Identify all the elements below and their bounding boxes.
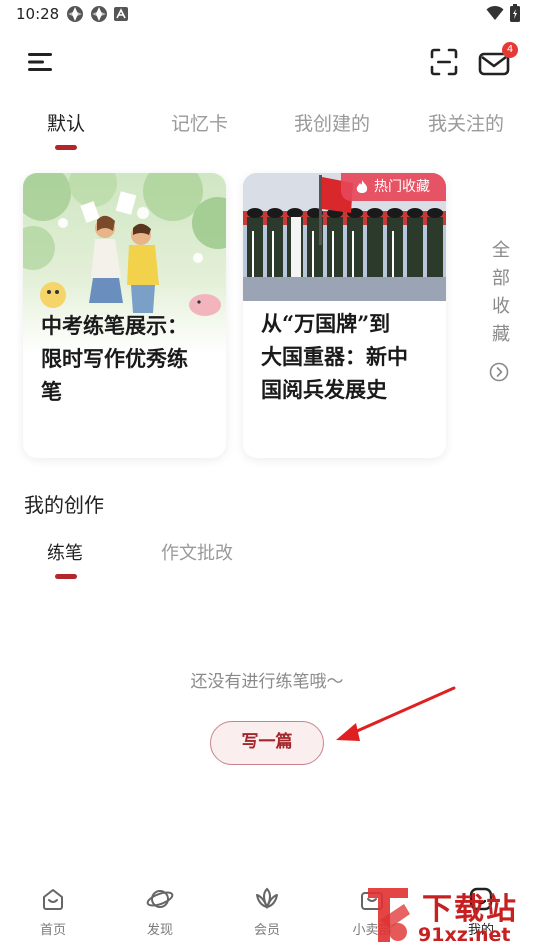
planet-icon <box>146 890 174 908</box>
hot-tag-label: 热门收藏 <box>374 179 430 195</box>
tab-following[interactable]: 我关注的 <box>428 109 504 136</box>
scan-icon <box>430 48 458 76</box>
hot-favorite-tag: 热门收藏 <box>341 173 446 201</box>
site-watermark: 下载站 91xz.net <box>360 880 534 950</box>
card-title-line: 限时写作优秀练 <box>41 346 188 371</box>
nav-discover[interactable]: 发现 <box>130 885 190 938</box>
all-favorites-label: 全部收藏 <box>489 240 510 352</box>
card-title-line: 笔 <box>41 379 62 404</box>
unread-badge: 4 <box>502 42 518 58</box>
collection-card[interactable]: 中考练笔展示： 限时写作优秀练 笔 <box>23 173 226 458</box>
tab-default[interactable]: 默认 <box>47 109 85 136</box>
tab-essay-correction[interactable]: 作文批改 <box>161 539 233 565</box>
tab-memory-cards[interactable]: 记忆卡 <box>171 109 228 136</box>
battery-icon <box>510 4 520 22</box>
collection-tabs: 默认 记忆卡 我创建的 我关注的 <box>0 105 534 155</box>
card-title-line: 国阅兵发展史 <box>261 377 387 402</box>
nav-label: 会员 <box>253 923 280 938</box>
chevron-right-circle-icon <box>489 362 509 382</box>
card-title-line: 从“万国牌”到 <box>261 311 391 336</box>
status-notification-icons <box>66 5 128 23</box>
nav-membership[interactable]: 会员 <box>237 885 297 938</box>
status-bar: 10:28 <box>0 0 534 30</box>
lotus-icon <box>256 887 278 910</box>
menu-icon <box>28 53 52 71</box>
wifi-icon <box>486 5 504 20</box>
status-time: 10:28 <box>16 5 60 23</box>
watermark-url: 91xz.net <box>418 924 511 946</box>
nav-label: 发现 <box>146 923 173 938</box>
app-notification-icon <box>67 6 83 22</box>
nav-home[interactable]: 首页 <box>23 885 83 938</box>
card-title: 中考练笔展示： 限时写作优秀练 笔 <box>41 309 188 408</box>
write-one-button[interactable]: 写一篇 <box>210 721 324 765</box>
top-bar: 4 <box>0 40 534 84</box>
status-system-icons <box>486 4 520 22</box>
nav-label: 首页 <box>39 923 66 938</box>
card-title-line: 大国重器：新中 <box>261 344 408 369</box>
watermark-title: 下载站 <box>422 892 518 927</box>
tab-my-created[interactable]: 我创建的 <box>294 109 370 136</box>
scan-button[interactable] <box>428 46 460 78</box>
collection-card[interactable]: 热门收藏 从“万国牌”到 大国重器：新中 国阅兵发展史 <box>243 173 446 458</box>
section-title: 我的创作 <box>24 493 104 517</box>
active-tab-indicator <box>55 145 77 150</box>
app-notification-icon <box>91 6 107 22</box>
tab-practice-writing[interactable]: 练笔 <box>47 539 83 565</box>
card-title: 从“万国牌”到 大国重器：新中 国阅兵发展史 <box>261 307 408 406</box>
all-favorites-link[interactable]: 全部收藏 <box>484 240 514 382</box>
messages-button[interactable]: 4 <box>478 42 518 78</box>
menu-button[interactable] <box>26 48 54 76</box>
home-icon <box>43 889 63 910</box>
flame-icon <box>356 180 368 193</box>
red-arrow-annotation <box>336 686 456 741</box>
card-title-line: 中考练笔展示： <box>41 313 188 338</box>
active-subtab-indicator <box>55 574 77 579</box>
app-a-icon <box>114 7 128 21</box>
